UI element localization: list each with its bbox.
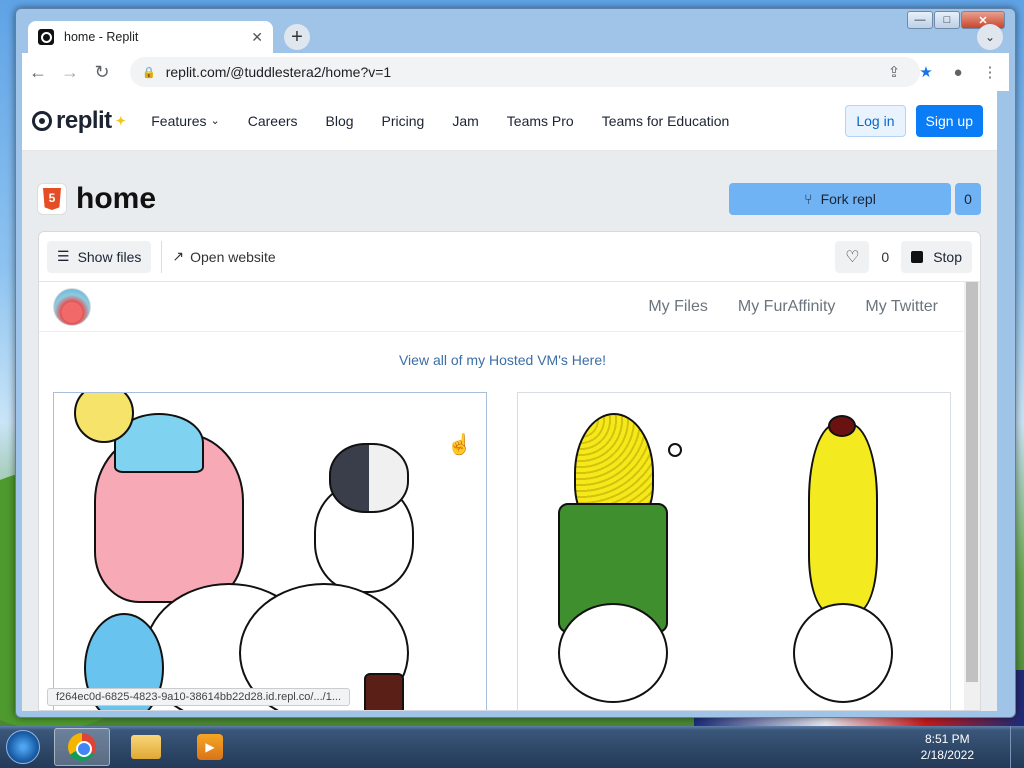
- repl-panel: ☰ Show files ↗ Open website ♡ 0 Stop My …: [38, 231, 981, 711]
- html5-icon: 5: [38, 184, 66, 214]
- link-my-furaffinity[interactable]: My FurAffinity: [738, 298, 836, 316]
- media-player-icon: ▶: [197, 734, 223, 760]
- nav-links: Features ⌄ Careers Blog Pricing Jam Teams…: [151, 113, 729, 129]
- fork-label: Fork repl: [820, 191, 876, 207]
- avatar[interactable]: [53, 287, 91, 326]
- nav-teams-pro[interactable]: Teams Pro: [507, 113, 574, 129]
- stop-button[interactable]: Stop: [901, 240, 972, 273]
- chevron-down-icon: ⌄: [210, 115, 220, 127]
- website-preview: My Files My FurAffinity My Twitter View …: [39, 282, 966, 710]
- character-illustration: [793, 603, 893, 703]
- repl-actions: ♡ 0 Stop: [835, 240, 972, 273]
- tab-search-chevron-icon[interactable]: ⌄: [977, 24, 1003, 50]
- character-illustration: [364, 673, 404, 710]
- replit-favicon-icon: [38, 29, 54, 45]
- lock-icon: 🔒: [142, 66, 156, 79]
- image-card[interactable]: [517, 392, 951, 710]
- menu-icon[interactable]: ⋮: [975, 57, 1005, 87]
- tab-home-replit[interactable]: home - Replit ✕: [28, 21, 273, 53]
- spark-icon: ✦: [115, 113, 126, 128]
- taskbar-media-player[interactable]: ▶: [182, 728, 238, 766]
- like-count: 0: [881, 248, 890, 265]
- link-my-files[interactable]: My Files: [648, 298, 708, 316]
- clock-date: 2/18/2022: [920, 748, 974, 762]
- auth-buttons: Log in Sign up: [845, 104, 983, 137]
- repl-page: 5 home ⑂ Fork repl 0 ☰ Show files ↗ Open…: [22, 151, 997, 711]
- hosted-vms-link[interactable]: View all of my Hosted VM's Here!: [39, 352, 966, 368]
- image-card[interactable]: [53, 392, 487, 710]
- character-illustration: [329, 443, 409, 513]
- browser-window: — □ ✕ home - Replit ✕ + ⌄ ← → ↻ 🔒 replit…: [15, 8, 1016, 718]
- character-illustration: [558, 603, 668, 703]
- fork-icon: ⑂: [804, 191, 813, 207]
- browser-toolbar: ← → ↻ 🔒 replit.com/@tuddlestera2/home?v=…: [22, 53, 1009, 91]
- reload-icon[interactable]: ↻: [86, 56, 118, 88]
- new-tab-button[interactable]: +: [284, 24, 310, 50]
- profile-icon[interactable]: ●: [943, 57, 973, 87]
- star-icon[interactable]: ★: [911, 57, 941, 87]
- taskbar-explorer[interactable]: [118, 728, 174, 766]
- files-icon: ☰: [57, 248, 70, 264]
- open-website-link[interactable]: ↗ Open website: [172, 248, 275, 265]
- share-icon[interactable]: ⇪: [879, 57, 909, 87]
- toolbar-divider: [161, 240, 163, 273]
- tab-strip: home - Replit ✕ + ⌄: [22, 19, 1009, 53]
- page-viewport: replit ✦ Features ⌄ Careers Blog Pricing …: [22, 91, 997, 711]
- stop-icon: [911, 250, 924, 263]
- nav-features[interactable]: Features ⌄: [151, 113, 219, 129]
- open-website-label: Open website: [190, 248, 276, 265]
- forward-arrow-icon[interactable]: →: [54, 56, 86, 88]
- status-url: f264ec0d-6825-4823-9a10-38614bb22d28.id.…: [47, 688, 350, 706]
- site-links: My Files My FurAffinity My Twitter: [648, 298, 938, 316]
- explorer-icon: [131, 735, 161, 759]
- fork-repl-button[interactable]: ⑂ Fork repl: [729, 183, 951, 215]
- site-navbar: My Files My FurAffinity My Twitter: [39, 282, 966, 332]
- tab-close-icon[interactable]: ✕: [251, 29, 263, 46]
- link-my-twitter[interactable]: My Twitter: [865, 298, 938, 316]
- show-desktop-button[interactable]: [1010, 726, 1024, 768]
- replit-navbar: replit ✦ Features ⌄ Careers Blog Pricing …: [22, 91, 997, 151]
- show-files-label: Show files: [77, 248, 142, 265]
- external-link-icon: ↗: [172, 248, 185, 264]
- replit-logo[interactable]: replit ✦: [32, 106, 126, 135]
- nav-pricing[interactable]: Pricing: [382, 113, 425, 129]
- back-arrow-icon[interactable]: ←: [22, 56, 54, 88]
- tab-title: home - Replit: [64, 30, 139, 44]
- nav-careers[interactable]: Careers: [248, 113, 298, 129]
- repl-title-row: 5 home ⑂ Fork repl 0: [38, 181, 981, 217]
- character-illustration: [668, 443, 682, 457]
- repl-toolbar: ☰ Show files ↗ Open website ♡ 0 Stop: [39, 232, 980, 282]
- character-illustration: [808, 423, 878, 613]
- taskbar-chrome[interactable]: [54, 728, 110, 766]
- chrome-icon: [68, 733, 96, 761]
- replit-logo-icon: [32, 110, 52, 131]
- character-illustration: [828, 415, 856, 437]
- logo-text: replit: [56, 106, 112, 134]
- clock-time: 8:51 PM: [924, 732, 970, 746]
- repl-name: home: [76, 182, 157, 215]
- scrollbar[interactable]: [964, 282, 980, 710]
- nav-jam[interactable]: Jam: [452, 113, 478, 129]
- scrollbar-thumb[interactable]: [966, 282, 978, 682]
- signup-button[interactable]: Sign up: [915, 104, 983, 137]
- fork-count: 0: [955, 183, 981, 215]
- login-button[interactable]: Log in: [845, 104, 906, 137]
- heart-icon[interactable]: ♡: [835, 240, 870, 273]
- toolbar-actions: ⇪ ★ ● ⋮: [879, 57, 1005, 87]
- show-files-button[interactable]: ☰ Show files: [47, 240, 152, 273]
- image-cards: [53, 392, 952, 710]
- nav-teams-for-education[interactable]: Teams for Education: [602, 113, 730, 129]
- address-bar[interactable]: 🔒 replit.com/@tuddlestera2/home?v=1: [130, 57, 920, 87]
- url-text: replit.com/@tuddlestera2/home?v=1: [165, 64, 392, 80]
- stop-label: Stop: [933, 248, 962, 265]
- nav-blog[interactable]: Blog: [326, 113, 354, 129]
- taskbar: ▶ 8:51 PM 2/18/2022: [0, 726, 1024, 768]
- mouse-cursor-icon: ☝: [447, 434, 472, 456]
- windows-start-icon[interactable]: [0, 726, 46, 768]
- system-clock[interactable]: 8:51 PM 2/18/2022: [921, 731, 974, 763]
